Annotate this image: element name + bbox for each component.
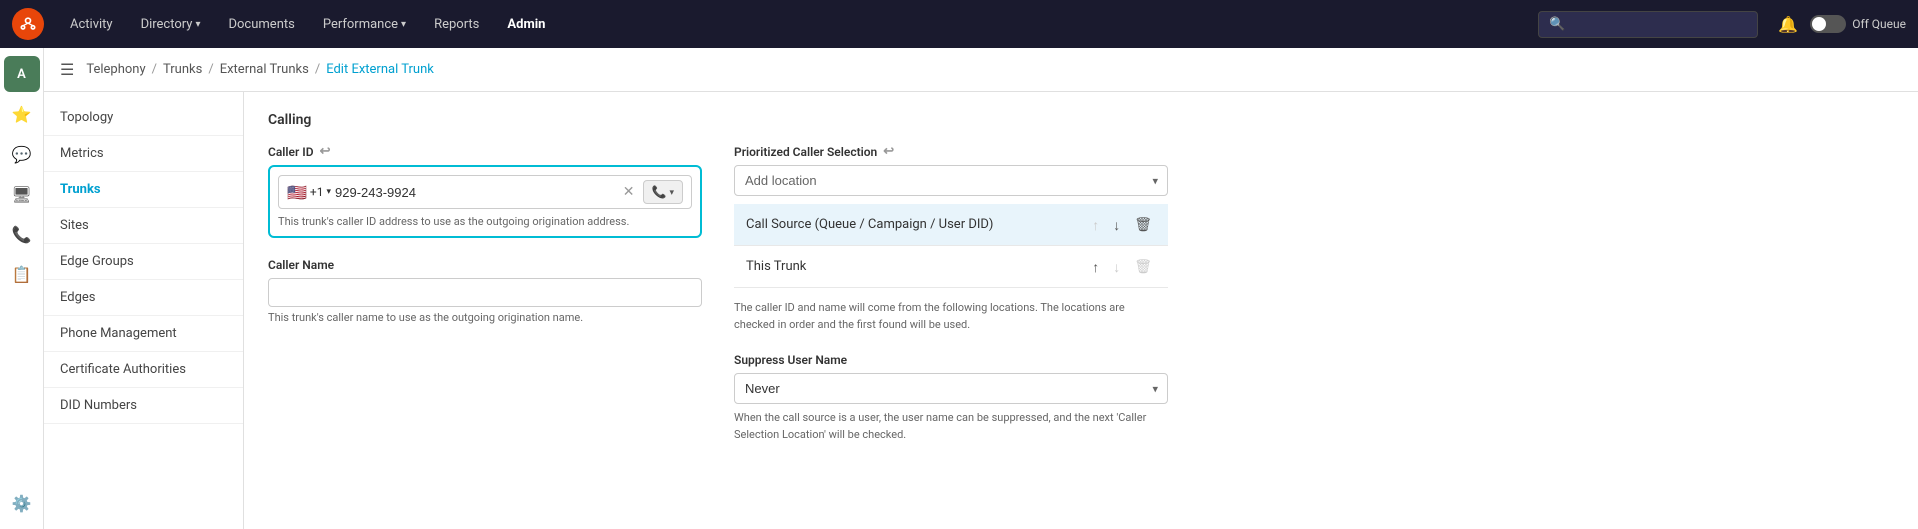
phone-icon: 📞 bbox=[652, 185, 667, 199]
flag-country-code[interactable]: 🇺🇸 +1 ▾ bbox=[287, 183, 331, 202]
breadcrumb-external-trunks[interactable]: External Trunks bbox=[220, 62, 309, 77]
nav-activity[interactable]: Activity bbox=[60, 11, 123, 38]
move-up-button[interactable]: ↑ bbox=[1088, 257, 1103, 277]
breadcrumb-sep-3: / bbox=[315, 62, 320, 77]
add-location-wrapper: Add location ▾ bbox=[734, 165, 1168, 196]
right-column: Prioritized Caller Selection ↩ Add locat… bbox=[734, 144, 1168, 463]
nav-item-did-numbers[interactable]: DID Numbers bbox=[44, 388, 243, 424]
suppress-user-name-help-text: When the call source is a user, the user… bbox=[734, 410, 1168, 443]
queue-toggle: Off Queue bbox=[1810, 15, 1906, 33]
nav-documents[interactable]: Documents bbox=[218, 11, 304, 38]
content-grid: Caller ID ↩ 🇺🇸 +1 ▾ ✕ 📞 bbox=[268, 144, 1168, 463]
move-up-button[interactable]: ↑ bbox=[1088, 215, 1103, 235]
notification-bell-icon[interactable]: 🔔 bbox=[1778, 15, 1798, 34]
global-search: 🔍 bbox=[1538, 11, 1758, 38]
delete-button[interactable]: 🗑 bbox=[1130, 256, 1156, 277]
message-icon-btn[interactable]: 📋 bbox=[4, 256, 40, 292]
nav-admin[interactable]: Admin bbox=[497, 11, 555, 38]
suppress-user-name-group: Suppress User Name Never Always When Que… bbox=[734, 353, 1168, 443]
phone-action-button[interactable]: 📞 ▾ bbox=[643, 180, 683, 204]
priority-item: This Trunk ↑ ↓ 🗑 bbox=[734, 246, 1168, 288]
nav-performance[interactable]: Performance ▾ bbox=[313, 11, 416, 38]
phone-icon-btn[interactable]: 📞 bbox=[4, 216, 40, 252]
suppress-user-name-label: Suppress User Name bbox=[734, 353, 1168, 367]
caller-name-field-group: Caller Name This trunk's caller name to … bbox=[268, 258, 702, 324]
nav-item-edge-groups[interactable]: Edge Groups bbox=[44, 244, 243, 280]
country-code: +1 bbox=[310, 185, 324, 199]
us-flag-icon: 🇺🇸 bbox=[287, 183, 307, 202]
chevron-down-icon: ▾ bbox=[401, 19, 406, 30]
move-down-button[interactable]: ↓ bbox=[1109, 215, 1124, 235]
settings-icon-btn[interactable]: ⚙️ bbox=[4, 485, 40, 521]
priority-item-actions: ↑ ↓ 🗑 bbox=[1088, 214, 1156, 235]
breadcrumb-trunks[interactable]: Trunks bbox=[163, 62, 202, 77]
search-input[interactable] bbox=[1571, 17, 1747, 32]
left-navigation-panel: Topology Metrics Trunks Sites Edge Group… bbox=[44, 92, 244, 529]
chevron-down-icon: ▾ bbox=[326, 187, 331, 197]
sidebar-icons-panel: A ⭐ 💬 🖥 📞 📋 ⚙️ bbox=[0, 48, 44, 529]
main-content-area: Calling Caller ID ↩ 🇺🇸 +1 ▾ bbox=[244, 92, 1918, 529]
breadcrumb-sep-1: / bbox=[152, 62, 157, 77]
nav-item-trunks[interactable]: Trunks bbox=[44, 172, 243, 208]
nav-item-topology[interactable]: Topology bbox=[44, 100, 243, 136]
priority-help-text: The caller ID and name will come from th… bbox=[734, 300, 1168, 333]
priority-items-list: Call Source (Queue / Campaign / User DID… bbox=[734, 204, 1168, 288]
suppress-select-wrapper: Never Always When Queue ▾ bbox=[734, 373, 1168, 404]
nav-item-edges[interactable]: Edges bbox=[44, 280, 243, 316]
caller-id-input-row: 🇺🇸 +1 ▾ ✕ 📞 ▾ bbox=[278, 175, 692, 209]
chevron-down-icon: ▾ bbox=[669, 187, 674, 198]
priority-item-label: Call Source (Queue / Campaign / User DID… bbox=[746, 217, 993, 232]
add-location-select[interactable]: Add location bbox=[734, 165, 1168, 196]
caller-id-label: Caller ID ↩ bbox=[268, 144, 702, 159]
nav-item-certificate-authorities[interactable]: Certificate Authorities bbox=[44, 352, 243, 388]
caller-id-box: 🇺🇸 +1 ▾ ✕ 📞 ▾ This trunk's caller ID add… bbox=[268, 165, 702, 238]
suppress-user-name-select[interactable]: Never Always When Queue bbox=[734, 373, 1168, 404]
caller-id-help-text: This trunk's caller ID address to use as… bbox=[278, 215, 692, 228]
prioritized-caller-selection-group: Prioritized Caller Selection ↩ Add locat… bbox=[734, 144, 1168, 333]
app-logo[interactable] bbox=[12, 8, 44, 40]
left-column: Caller ID ↩ 🇺🇸 +1 ▾ ✕ 📞 bbox=[268, 144, 702, 463]
menu-icon[interactable]: ☰ bbox=[60, 60, 74, 79]
chevron-down-icon: ▾ bbox=[195, 19, 200, 30]
breadcrumb-edit-external-trunk: Edit External Trunk bbox=[326, 62, 434, 77]
user-avatar[interactable]: A bbox=[4, 56, 40, 92]
clear-phone-button[interactable]: ✕ bbox=[619, 184, 639, 200]
caller-name-help-text: This trunk's caller name to use as the o… bbox=[268, 311, 702, 324]
priority-item-label: This Trunk bbox=[746, 259, 806, 274]
monitor-icon-btn[interactable]: 🖥 bbox=[4, 176, 40, 212]
nav-item-sites[interactable]: Sites bbox=[44, 208, 243, 244]
caller-id-reset-icon[interactable]: ↩ bbox=[320, 144, 331, 159]
nav-item-metrics[interactable]: Metrics bbox=[44, 136, 243, 172]
top-navigation: Activity Directory ▾ Documents Performan… bbox=[0, 0, 1918, 48]
priority-item-actions: ↑ ↓ 🗑 bbox=[1088, 256, 1156, 277]
breadcrumb-telephony[interactable]: Telephony bbox=[86, 62, 145, 77]
prioritized-reset-icon[interactable]: ↩ bbox=[883, 144, 894, 159]
nav-right-controls: 🔔 Off Queue bbox=[1778, 15, 1906, 34]
nav-reports[interactable]: Reports bbox=[424, 11, 489, 38]
queue-toggle-switch[interactable] bbox=[1810, 15, 1846, 33]
nav-item-phone-management[interactable]: Phone Management bbox=[44, 316, 243, 352]
search-icon: 🔍 bbox=[1549, 17, 1565, 32]
star-icon-btn[interactable]: ⭐ bbox=[4, 96, 40, 132]
nav-directory[interactable]: Directory ▾ bbox=[131, 11, 211, 38]
breadcrumb-bar: ☰ Telephony / Trunks / External Trunks /… bbox=[44, 48, 1918, 92]
chat-icon-btn[interactable]: 💬 bbox=[4, 136, 40, 172]
caller-name-label: Caller Name bbox=[268, 258, 702, 272]
caller-name-input[interactable] bbox=[268, 278, 702, 307]
section-title-calling: Calling bbox=[268, 112, 1894, 128]
priority-item: Call Source (Queue / Campaign / User DID… bbox=[734, 204, 1168, 246]
breadcrumb-sep-2: / bbox=[208, 62, 213, 77]
caller-id-field-group: Caller ID ↩ 🇺🇸 +1 ▾ ✕ 📞 bbox=[268, 144, 702, 238]
move-down-button[interactable]: ↓ bbox=[1109, 257, 1124, 277]
prioritized-caller-selection-label: Prioritized Caller Selection ↩ bbox=[734, 144, 1168, 159]
delete-button[interactable]: 🗑 bbox=[1130, 214, 1156, 235]
phone-number-input[interactable] bbox=[335, 185, 615, 200]
queue-status-label: Off Queue bbox=[1852, 17, 1906, 31]
